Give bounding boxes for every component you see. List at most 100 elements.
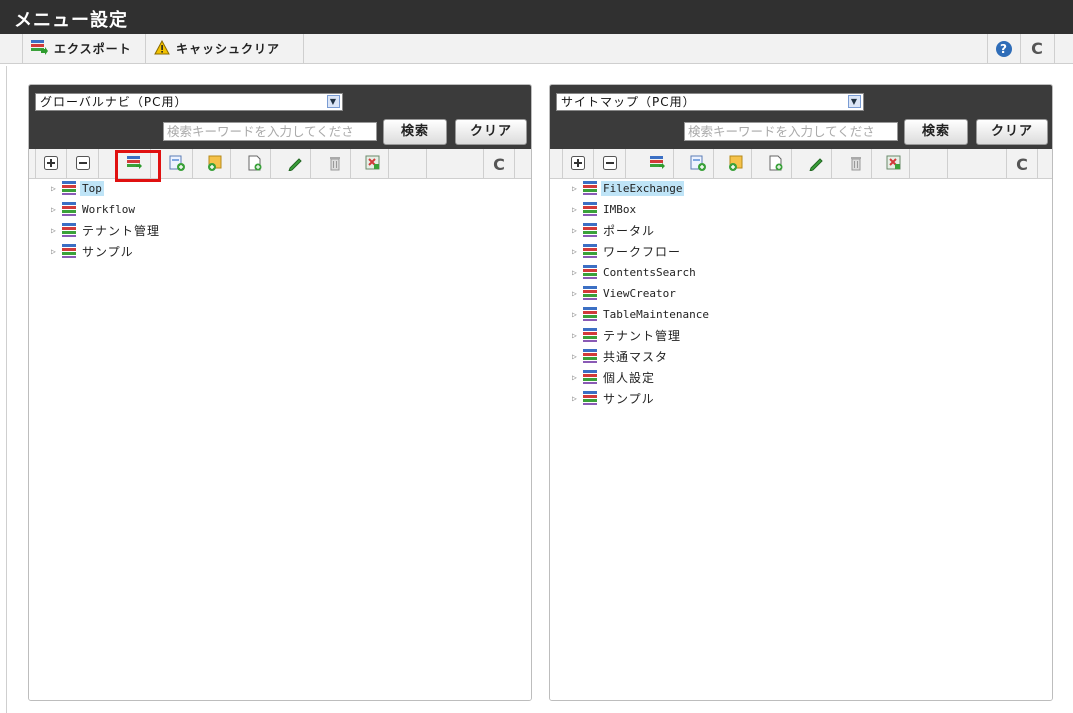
expand-arrow-icon[interactable]: ▷ [572,289,582,298]
chevron-down-icon[interactable]: ▼ [327,95,340,108]
tree-node[interactable]: ▷ FileExchange [572,179,685,197]
clear-button[interactable]: クリア [455,119,527,145]
tree-node-label: ポータル [603,223,656,238]
tree-node[interactable]: ▷ ワークフロー [572,242,683,260]
refresh-button[interactable]: C [1021,34,1055,63]
new-page-button[interactable] [239,149,271,179]
add-menu-button[interactable] [642,149,674,179]
tree-node[interactable]: ▷ Top [51,179,104,197]
expand-arrow-icon[interactable]: ▷ [572,373,582,382]
keyword-input[interactable]: 検索キーワードを入力してくださ [163,122,377,141]
add-folder-button[interactable] [720,149,752,179]
add-folder-icon [207,155,223,174]
tree-node[interactable]: ▷ IMBox [572,200,638,218]
tree-node[interactable]: ▷ ContentsSearch [572,263,698,281]
expand-arrow-icon[interactable]: ▷ [572,331,582,340]
tree-node[interactable]: ▷ テナント管理 [572,326,683,344]
delete-icon [849,155,863,174]
delete-button[interactable] [319,149,351,179]
tree-node-label: テナント管理 [82,223,161,238]
expand-arrow-icon[interactable]: ▷ [572,268,582,277]
collapse-all-button[interactable] [67,149,99,179]
expand-arrow-icon[interactable]: ▷ [572,226,582,235]
menu-select[interactable]: サイトマップ（PC用） ▼ [556,93,864,111]
new-page-icon [247,155,263,174]
tree-node[interactable]: ▷ TableMaintenance [572,305,711,323]
expand-arrow-icon[interactable]: ▷ [572,247,582,256]
tree-node-label: Top [80,180,104,196]
tree-node-label: 個人設定 [603,370,656,385]
expand-arrow-icon[interactable]: ▷ [51,184,61,193]
right-menu-panel: サイトマップ（PC用） ▼ 検索キーワードを入力してくださ 検索 クリア C ▷… [549,84,1053,701]
cache-clear-label: キャッシュクリア [176,42,281,56]
expand-arrow-icon[interactable]: ▷ [51,247,61,256]
menu-item-icon [583,307,597,321]
export-label: エクスポート [54,42,132,56]
search-button[interactable]: 検索 [383,119,447,145]
toolbar-spacer [395,149,427,179]
help-button[interactable]: ? [987,34,1021,63]
clear-button[interactable]: クリア [976,119,1048,145]
expand-arrow-icon[interactable]: ▷ [572,394,582,403]
tree-node-label: TableMaintenance [603,307,709,321]
menu-item-icon [583,286,597,300]
left-menu-panel: グローバルナビ（PC用） ▼ 検索キーワードを入力してくださ 検索 クリア C … [28,84,532,701]
tree-node-label: ViewCreator [603,286,676,300]
highlight-box [115,150,161,182]
menu-item-icon [583,328,597,342]
help-icon: ? [996,40,1012,57]
edit-button[interactable] [800,149,832,179]
add-item-icon [690,155,706,174]
panel-header: グローバルナビ（PC用） ▼ 検索キーワードを入力してくださ 検索 クリア [29,85,531,149]
tree-node-label: ワークフロー [603,244,682,259]
add-item-button[interactable] [682,149,714,179]
collapse-all-button[interactable] [594,149,626,179]
expand-arrow-icon[interactable]: ▷ [572,184,582,193]
cache-clear-button[interactable]: キャッシュクリア [146,34,304,63]
search-button[interactable]: 検索 [904,119,968,145]
menu-item-icon [583,181,597,195]
expand-all-icon [44,155,58,173]
new-page-icon [768,155,784,174]
tree-node[interactable]: ▷ Workflow [51,200,137,218]
keyword-input[interactable]: 検索キーワードを入力してくださ [684,122,898,141]
tree-node[interactable]: ▷ ポータル [572,221,657,239]
menu-item-icon [62,202,76,216]
warning-icon [154,39,170,58]
add-menu-icon [649,155,666,173]
tree-node[interactable]: ▷ 共通マスタ [572,347,670,365]
menu-item-icon [583,391,597,405]
tree-node[interactable]: ▷ テナント管理 [51,221,162,239]
new-page-button[interactable] [760,149,792,179]
expand-arrow-icon[interactable]: ▷ [572,310,582,319]
tree-refresh-button[interactable]: C [483,149,515,179]
add-folder-button[interactable] [199,149,231,179]
tree-node-label: FileExchange [601,180,685,196]
refresh-icon: C [1031,39,1044,58]
expand-all-button[interactable] [562,149,594,179]
expand-all-button[interactable] [35,149,67,179]
expand-arrow-icon[interactable]: ▷ [51,205,61,214]
convert-button[interactable] [878,149,910,179]
expand-arrow-icon[interactable]: ▷ [51,226,61,235]
convert-button[interactable] [357,149,389,179]
expand-arrow-icon[interactable]: ▷ [572,352,582,361]
expand-arrow-icon[interactable]: ▷ [572,205,582,214]
export-button[interactable]: エクスポート [22,34,146,63]
tree-node[interactable]: ▷ サンプル [572,389,657,407]
menu-item-icon [583,265,597,279]
title-bar: メニュー設定 [0,0,1073,34]
delete-button[interactable] [840,149,872,179]
menu-item-icon [583,244,597,258]
menu-item-icon [62,181,76,195]
tree-node[interactable]: ▷ 個人設定 [572,368,657,386]
export-icon [31,39,48,58]
chevron-down-icon[interactable]: ▼ [848,95,861,108]
edit-button[interactable] [279,149,311,179]
tree-node[interactable]: ▷ ViewCreator [572,284,678,302]
tree-refresh-button[interactable]: C [1006,149,1038,179]
menu-select[interactable]: グローバルナビ（PC用） ▼ [35,93,343,111]
add-item-button[interactable] [161,149,193,179]
tree-toolbar: C [550,149,1052,179]
tree-node[interactable]: ▷ サンプル [51,242,136,260]
